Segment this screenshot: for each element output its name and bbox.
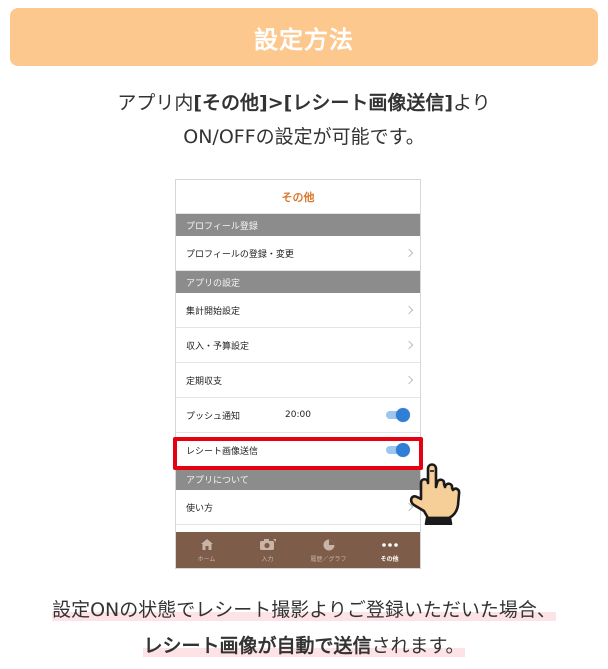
more-icon bbox=[381, 538, 398, 552]
tab-bar: ホーム 入力 履歴／グラフ その他 bbox=[176, 532, 420, 568]
header-banner: 設定方法 bbox=[10, 8, 598, 66]
tab-input[interactable]: 入力 bbox=[237, 532, 298, 568]
tab-other[interactable]: その他 bbox=[359, 532, 420, 568]
push-time[interactable]: 20:00 bbox=[285, 410, 311, 420]
section-header-about: アプリについて bbox=[176, 468, 420, 490]
tab-home[interactable]: ホーム bbox=[176, 532, 237, 568]
menu-item-push-notification: プッシュ通知 20:00 bbox=[176, 398, 420, 433]
outro-line-1: 設定ONの状態でレシート撮影よりご登録いただいた場合、 bbox=[52, 599, 556, 621]
menu-item-income-budget[interactable]: 収入・予算設定 bbox=[176, 328, 420, 363]
receipt-send-highlight-frame bbox=[173, 437, 423, 470]
phone-title: その他 bbox=[281, 190, 315, 204]
pointing-hand-icon bbox=[404, 461, 464, 526]
home-icon bbox=[200, 538, 213, 552]
outro-line-2: レシート画像が自動で送信されます。 bbox=[143, 635, 465, 657]
intro-line-2: ON/OFFの設定が可能です。 bbox=[183, 126, 425, 148]
chevron-right-icon bbox=[404, 305, 414, 315]
menu-item-profile-edit[interactable]: プロフィールの登録・変更 bbox=[176, 236, 420, 271]
tab-history-graph[interactable]: 履歴／グラフ bbox=[298, 532, 359, 568]
pie-chart-icon bbox=[323, 538, 335, 552]
chevron-right-icon bbox=[404, 248, 414, 258]
intro-text: アプリ内[その他]>[レシート画像送信]より ON/OFFの設定が可能です。 bbox=[0, 86, 608, 154]
intro-line-1: アプリ内[その他]>[レシート画像送信]より bbox=[117, 92, 491, 114]
section-header-profile: プロフィール登録 bbox=[176, 214, 420, 236]
outro-text: 設定ONの状態でレシート撮影よりご登録いただいた場合、 レシート画像が自動で送信… bbox=[0, 592, 608, 664]
menu-item-recurring[interactable]: 定期収支 bbox=[176, 363, 420, 398]
menu-item-how-to-use[interactable]: 使い方 bbox=[176, 490, 420, 525]
menu-item-tally-start[interactable]: 集計開始設定 bbox=[176, 293, 420, 328]
chevron-right-icon bbox=[404, 375, 414, 385]
phone-header: その他 bbox=[176, 180, 420, 214]
phone-screenshot: その他 プロフィール登録 プロフィールの登録・変更 アプリの設定 集計開始設定 … bbox=[175, 179, 421, 569]
page-title: 設定方法 bbox=[254, 25, 354, 54]
menu-path: [その他]>[レシート画像送信] bbox=[193, 92, 454, 114]
chevron-right-icon bbox=[404, 340, 414, 350]
push-toggle[interactable] bbox=[386, 408, 410, 422]
camera-icon bbox=[259, 538, 276, 552]
section-header-app-settings: アプリの設定 bbox=[176, 271, 420, 293]
